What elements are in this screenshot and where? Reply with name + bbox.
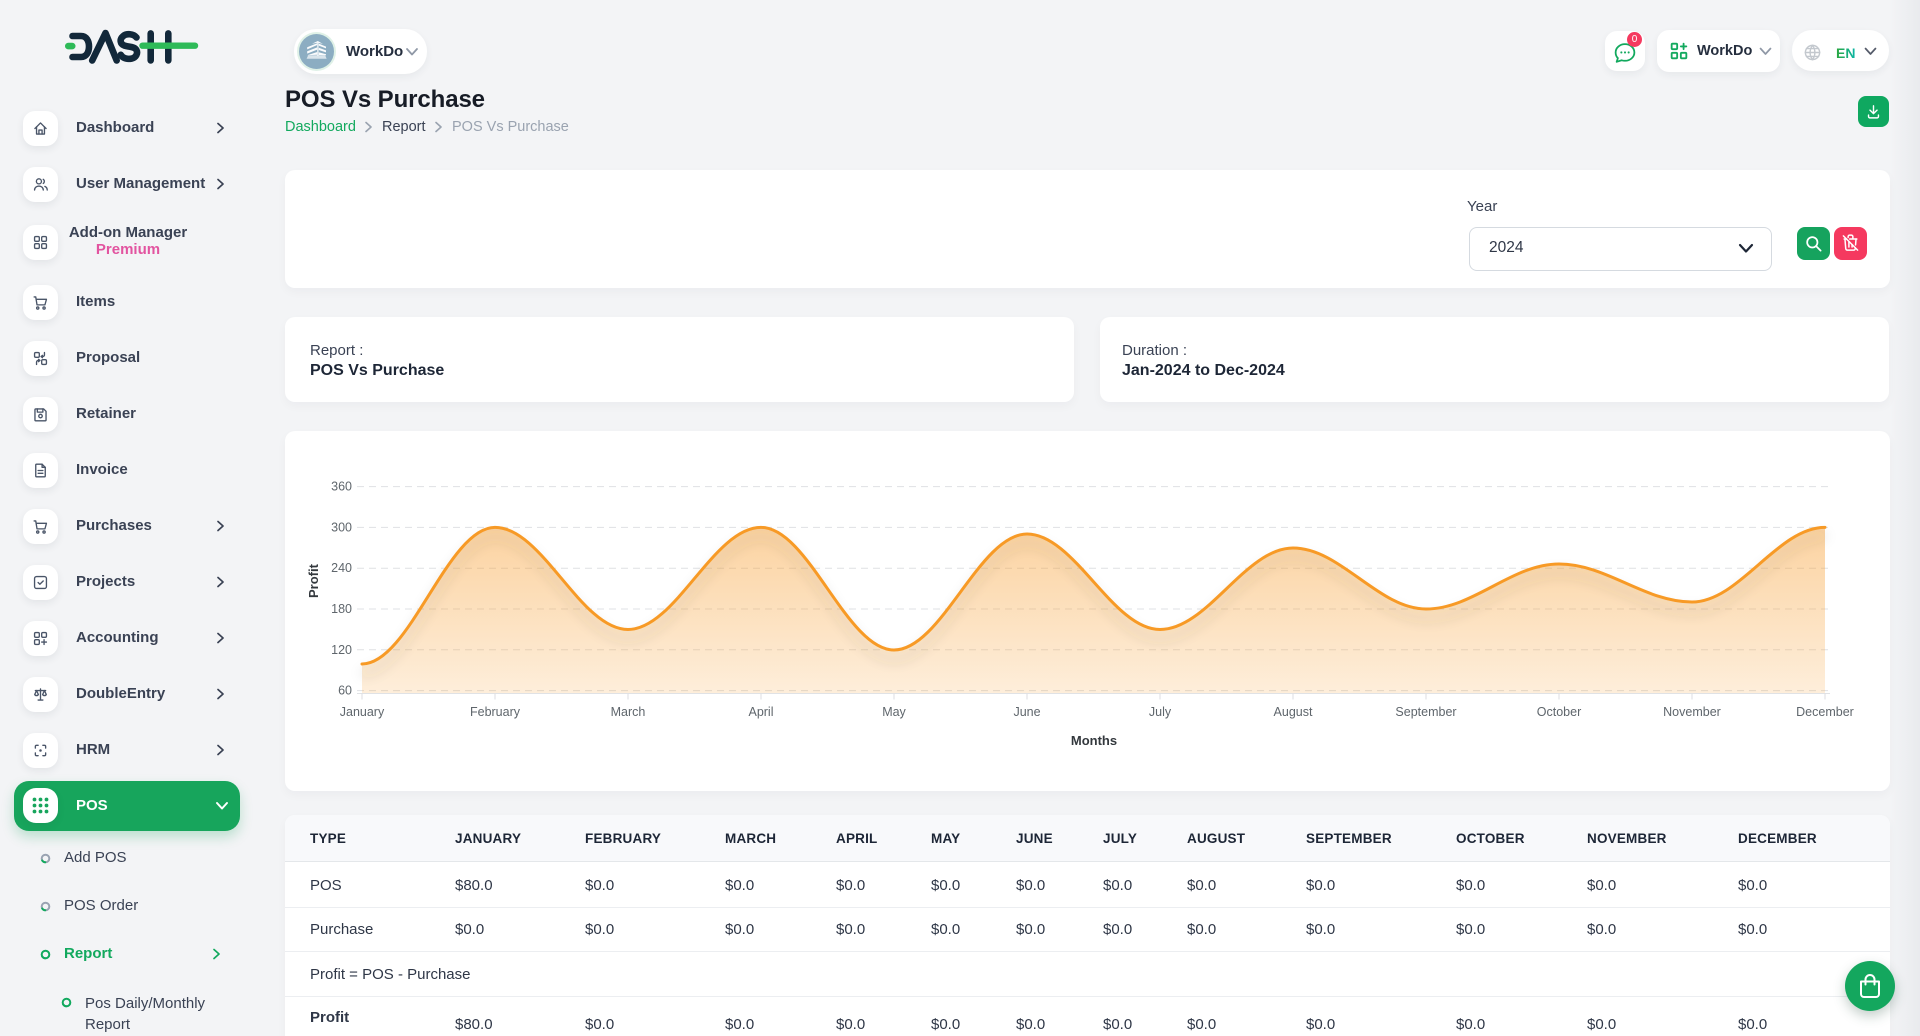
svg-text:Months: Months: [1071, 733, 1117, 748]
svg-text:October: October: [1537, 705, 1581, 719]
svg-text:Profit: Profit: [306, 563, 321, 598]
svg-text:180: 180: [331, 602, 352, 616]
svg-text:June: June: [1013, 705, 1040, 719]
svg-text:May: May: [882, 705, 906, 719]
svg-text:240: 240: [331, 561, 352, 575]
svg-text:120: 120: [331, 643, 352, 657]
svg-text:November: November: [1663, 705, 1721, 719]
svg-text:April: April: [748, 705, 773, 719]
svg-text:September: September: [1395, 705, 1456, 719]
svg-text:60: 60: [338, 684, 352, 698]
svg-text:February: February: [470, 705, 521, 719]
svg-text:January: January: [340, 705, 385, 719]
svg-text:March: March: [611, 705, 646, 719]
svg-text:360: 360: [331, 480, 352, 494]
svg-text:300: 300: [331, 520, 352, 534]
svg-text:December: December: [1796, 705, 1854, 719]
svg-text:August: August: [1274, 705, 1313, 719]
svg-text:July: July: [1149, 705, 1172, 719]
